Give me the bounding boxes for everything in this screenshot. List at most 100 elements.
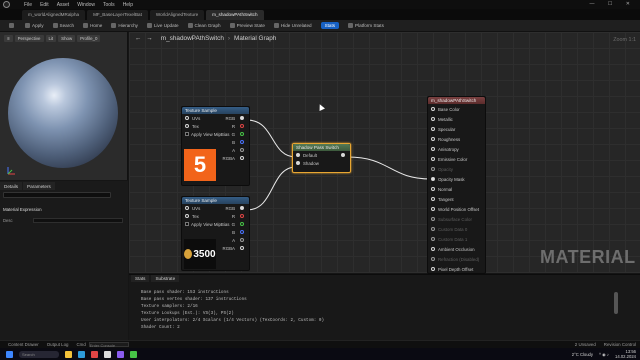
default-input-pin[interactable] — [296, 153, 300, 157]
apply-mipbias-checkbox[interactable] — [185, 222, 189, 226]
tab-worldaligned-texture[interactable]: WorldAlignedTexture — [149, 9, 205, 20]
tex-input-pin[interactable] — [185, 214, 189, 218]
console-command-input[interactable]: Enter Console Command — [88, 342, 129, 353]
forward-arrow-icon[interactable]: → — [146, 35, 152, 42]
input-pin[interactable] — [431, 197, 435, 201]
breadcrumb-graph[interactable]: Material Graph — [234, 35, 276, 42]
tray-icons[interactable]: ^ ◉ ♪ — [599, 352, 609, 357]
profile-button[interactable]: Profile_0 — [77, 35, 101, 42]
tab-shadowpathswitch[interactable]: m_shadowPAthSwitch — [206, 9, 264, 20]
desc-input[interactable] — [33, 217, 123, 223]
tab-stats[interactable]: Stats — [131, 275, 150, 282]
hide-unrelated-button[interactable]: Hide Unrelated — [273, 23, 312, 28]
unsaved-button[interactable]: 2 Unsaved — [575, 342, 596, 347]
pin-anisotropy[interactable]: Anisotropy — [428, 144, 485, 154]
pin-normal[interactable]: Normal — [428, 184, 485, 194]
pin-base-color[interactable]: Base Color — [428, 104, 485, 114]
clean-graph-button[interactable]: Clean Graph — [187, 23, 221, 28]
back-arrow-icon[interactable]: ← — [135, 35, 141, 42]
platform-stats-button[interactable]: Platform Stats — [348, 23, 384, 28]
stats-scrollbar[interactable] — [614, 292, 618, 314]
input-pin[interactable] — [431, 127, 435, 131]
show-button[interactable]: Show — [58, 35, 76, 42]
home-button[interactable]: Home — [83, 23, 102, 28]
menu-edit[interactable]: Edit — [40, 2, 49, 8]
save-button[interactable] — [9, 23, 16, 28]
menu-window[interactable]: Window — [77, 2, 95, 8]
hierarchy-button[interactable]: Hierarchy — [111, 23, 138, 28]
app-icon[interactable] — [91, 350, 98, 358]
menu-help[interactable]: Help — [123, 2, 133, 8]
menu-tools[interactable]: Tools — [103, 2, 115, 8]
g-output-pin[interactable] — [240, 132, 244, 136]
input-pin[interactable] — [431, 207, 435, 211]
shadow-input-pin[interactable] — [296, 161, 300, 165]
uvs-input-pin[interactable] — [185, 116, 189, 120]
pin-specular[interactable]: Specular — [428, 124, 485, 134]
uvs-input-pin[interactable] — [185, 206, 189, 210]
pin-world-position-offset[interactable]: World Position Offset — [428, 204, 485, 214]
menu-file[interactable]: File — [24, 2, 32, 8]
a-output-pin[interactable] — [240, 148, 244, 152]
rgba-output-pin[interactable] — [240, 156, 244, 160]
tab-baselayer[interactable]: MF_BaseLayerTexelBat — [87, 9, 148, 20]
tab-substrate[interactable]: Substrate — [151, 275, 180, 282]
pin-pixel-depth-offset[interactable]: Pixel Depth Offset — [428, 264, 485, 274]
texture-sample-node-2[interactable]: Texture Sample UVs RGB Tex R Apply View … — [181, 196, 250, 271]
breadcrumb-asset[interactable]: m_shadowPAthSwitch — [161, 35, 224, 42]
cmd-dropdown[interactable]: Cmd Enter Console Command — [76, 342, 129, 353]
material-result-node[interactable]: m_shadowPAthSwitch Base Color Metallic S… — [427, 96, 486, 274]
pin-ambient-occlusion[interactable]: Ambient Occlusion — [428, 244, 485, 254]
tab-parameters[interactable]: Parameters — [23, 182, 55, 190]
r-output-pin[interactable] — [240, 124, 244, 128]
search-button[interactable]: Search — [52, 23, 74, 28]
tab-details[interactable]: Details — [0, 182, 23, 190]
pin-metallic[interactable]: Metallic — [428, 114, 485, 124]
perspective-button[interactable]: Perspective — [14, 35, 44, 42]
switch-output-pin[interactable] — [341, 153, 345, 157]
browser-icon[interactable] — [78, 350, 85, 358]
stats-button[interactable]: Stats — [320, 22, 340, 29]
rgba-output-pin[interactable] — [240, 246, 244, 250]
file-explorer-icon[interactable] — [65, 350, 72, 358]
output-log-button[interactable]: Output Log — [47, 342, 69, 347]
pin-opacity-mask[interactable]: Opacity Mask — [428, 174, 485, 184]
input-pin[interactable] — [431, 107, 435, 111]
app-icon[interactable] — [117, 350, 124, 358]
preview-sphere[interactable] — [8, 58, 118, 168]
preview-state-button[interactable]: Preview State — [229, 23, 265, 28]
b-output-pin[interactable] — [240, 230, 244, 234]
unreal-logo-icon[interactable] — [3, 1, 10, 8]
clock[interactable]: 13:56 14.02.2024 — [615, 349, 636, 359]
details-search-input[interactable] — [3, 192, 111, 198]
apply-mipbias-checkbox[interactable] — [185, 132, 189, 136]
weather-widget[interactable]: 2°C Cloudy — [572, 352, 593, 357]
input-pin[interactable] — [431, 157, 435, 161]
rgb-output-pin[interactable] — [240, 206, 244, 210]
pin-emissive-color[interactable]: Emissive Color — [428, 154, 485, 164]
menu-asset[interactable]: Asset — [57, 2, 70, 8]
tex-input-pin[interactable] — [185, 124, 189, 128]
shadow-pass-switch-node[interactable]: Shadow Pass Switch Default Shadow — [292, 143, 351, 173]
windows-start-icon[interactable] — [6, 350, 13, 358]
input-pin[interactable] — [431, 137, 435, 141]
apply-button[interactable]: Apply — [25, 23, 44, 28]
a-output-pin[interactable] — [240, 238, 244, 242]
live-update-button[interactable]: Live Update — [146, 23, 179, 28]
tab-worldaligned-ralpha[interactable]: m_worldAlignedMRalpha — [22, 9, 86, 20]
g-output-pin[interactable] — [240, 222, 244, 226]
b-output-pin[interactable] — [240, 140, 244, 144]
content-drawer-button[interactable]: Content Drawer — [8, 342, 39, 347]
input-pin[interactable] — [431, 117, 435, 121]
taskbar-search-input[interactable]: Search — [19, 350, 59, 358]
r-output-pin[interactable] — [240, 214, 244, 218]
lit-button[interactable]: Lit — [45, 35, 57, 42]
app-icon[interactable] — [130, 350, 137, 358]
viewport-menu-button[interactable]: ≡ — [4, 35, 13, 42]
material-expression-section[interactable]: Material Expression — [3, 207, 42, 212]
unreal-engine-taskbar-icon[interactable] — [104, 350, 111, 358]
input-pin[interactable] — [431, 267, 435, 271]
input-pin[interactable] — [431, 247, 435, 251]
input-pin[interactable] — [431, 147, 435, 151]
revision-control-button[interactable]: Revision Control — [604, 342, 636, 347]
